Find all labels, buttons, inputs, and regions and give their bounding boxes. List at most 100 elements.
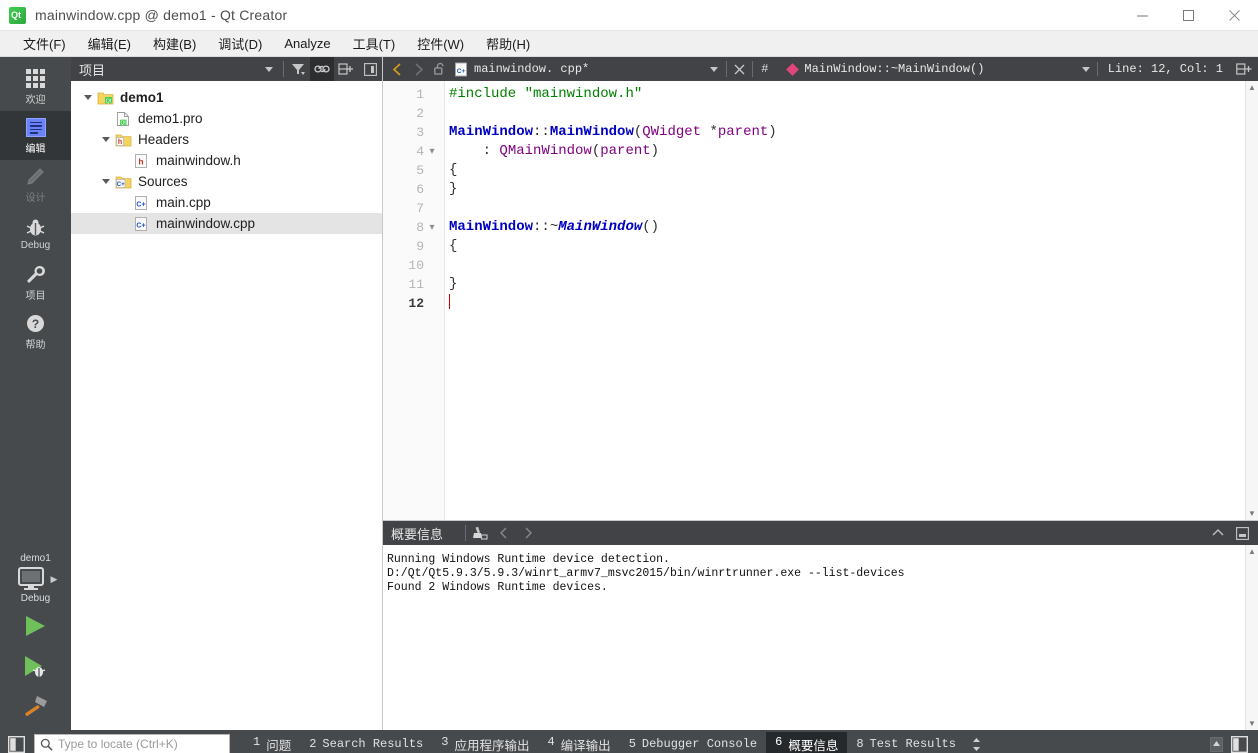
chevron-down-icon[interactable]: [97, 135, 115, 144]
tree-item-main-cpp[interactable]: C+ main.cpp: [71, 192, 382, 213]
output-tab-test-results[interactable]: 8 Test Results: [847, 734, 965, 753]
svg-text:C+: C+: [457, 67, 466, 74]
chevron-right-icon[interactable]: [516, 521, 540, 545]
locator-input[interactable]: Type to locate (Ctrl+K): [58, 737, 178, 751]
menu-item-help[interactable]: 帮助(H): [475, 31, 541, 56]
code-line[interactable]: }: [449, 180, 1258, 199]
hash-marker-button[interactable]: #: [755, 62, 774, 76]
chevron-down-icon[interactable]: [1076, 57, 1097, 81]
tree-item-mainwindow-cpp[interactable]: C+ mainwindow.cpp: [71, 213, 382, 234]
chevron-right-icon[interactable]: [408, 57, 429, 81]
code-token: MainWindow: [558, 219, 643, 235]
line-number: 4: [416, 144, 424, 159]
output-tab-application-output[interactable]: 3 应用程序输出: [432, 732, 538, 753]
h-file-icon: h: [133, 153, 151, 169]
code-token: ::~: [533, 219, 559, 235]
scroll-up-arrow-icon[interactable]: ▲: [1246, 81, 1258, 94]
fold-chevron-down-icon[interactable]: ▾: [424, 222, 440, 234]
code-line[interactable]: [449, 294, 1258, 313]
tree-item-demo1[interactable]: Qt demo1: [71, 87, 382, 108]
kit-selector[interactable]: demo1 ▶ Debug: [0, 549, 71, 606]
mode-edit[interactable]: 编辑: [0, 111, 71, 160]
mode-debug[interactable]: Debug: [0, 209, 71, 258]
mode-help[interactable]: ? 帮助: [0, 307, 71, 356]
scroll-down-arrow-icon[interactable]: ▼: [1246, 507, 1258, 520]
output-tab-compile-output[interactable]: 4 编译输出: [538, 732, 619, 753]
tab-number: 6: [775, 734, 783, 749]
close-icon[interactable]: [1212, 0, 1258, 31]
sidebar-toggle-icon[interactable]: [6, 734, 27, 753]
output-pane-header: 概要信息: [383, 521, 1258, 545]
close-icon[interactable]: [729, 57, 750, 81]
mode-welcome[interactable]: 欢迎: [0, 62, 71, 111]
view-dropdown[interactable]: [257, 57, 281, 81]
code-line[interactable]: [449, 199, 1258, 218]
symbol-selector[interactable]: MainWindow::~MainWindow(): [786, 62, 984, 76]
tree-item-demo1-pro[interactable]: Qt demo1.pro: [71, 108, 382, 129]
menu-item-window[interactable]: 控件(W): [406, 31, 475, 56]
output-tab-issues[interactable]: 1 问题: [244, 732, 300, 753]
filter-icon[interactable]: [286, 57, 310, 81]
output-tab-debugger-console[interactable]: 5 Debugger Console: [620, 734, 766, 753]
menu-item-tools[interactable]: 工具(T): [342, 31, 407, 56]
code-line[interactable]: {: [449, 237, 1258, 256]
scroll-down-arrow-icon[interactable]: ▼: [1246, 717, 1258, 730]
code-line[interactable]: [449, 256, 1258, 275]
split-editor-icon[interactable]: [1233, 57, 1254, 81]
debug-button[interactable]: [0, 646, 71, 686]
code-line[interactable]: MainWindow::~MainWindow(): [449, 218, 1258, 237]
chevron-down-icon[interactable]: [703, 57, 724, 81]
close-pane-icon[interactable]: [358, 57, 382, 81]
chevron-up-icon[interactable]: [1206, 521, 1230, 545]
code-line[interactable]: : QMainWindow(parent): [449, 142, 1258, 161]
code-line[interactable]: #include "mainwindow.h": [449, 85, 1258, 104]
gutter-line: 7: [383, 199, 444, 218]
run-button[interactable]: [0, 606, 71, 646]
build-button[interactable]: [0, 686, 71, 726]
fold-chevron-down-icon[interactable]: ▾: [424, 146, 440, 158]
menu-item-edit[interactable]: 编辑(E): [77, 31, 142, 56]
chevron-down-icon[interactable]: [97, 177, 115, 186]
output-tab-search-results[interactable]: 2 Search Results: [300, 734, 432, 753]
chevron-left-icon[interactable]: [387, 57, 408, 81]
mode-projects[interactable]: 项目: [0, 258, 71, 307]
tree-item-headers[interactable]: h Headers: [71, 129, 382, 150]
open-file-indicator[interactable]: C+ mainwindow. cpp*: [454, 62, 589, 77]
locator-input-wrapper[interactable]: Type to locate (Ctrl+K): [34, 734, 230, 753]
tab-label: 应用程序输出: [454, 738, 530, 753]
tree-item-label: mainwindow.h: [156, 153, 241, 168]
menu-item-build[interactable]: 构建(B): [142, 31, 207, 56]
minimize-icon[interactable]: [1120, 0, 1166, 31]
maximize-pane-icon[interactable]: [1230, 521, 1254, 545]
up-down-arrows-icon[interactable]: [965, 734, 991, 753]
code-editor[interactable]: 1 2 3 4 ▾ 5 6 7 8 ▾ 9 10 11 12 #include "mainwindow.h…: [383, 81, 1258, 520]
code-line[interactable]: {: [449, 161, 1258, 180]
output-text-area[interactable]: Running Windows Runtime device detection…: [383, 545, 1258, 730]
output-line: Running Windows Runtime device detection…: [387, 553, 670, 566]
menu-item-debug[interactable]: 调试(D): [207, 31, 273, 56]
tree-item-sources[interactable]: C+ Sources: [71, 171, 382, 192]
menu-item-file[interactable]: 文件(F): [12, 31, 77, 56]
unlocked-padlock-icon[interactable]: [429, 57, 450, 81]
right-sidebar-toggle-icon[interactable]: [1231, 735, 1248, 753]
collapse-all-icon[interactable]: [334, 57, 358, 81]
code-line[interactable]: }: [449, 275, 1258, 294]
editor-vertical-scrollbar[interactable]: ▲ ▼: [1245, 81, 1258, 520]
line-col-indicator[interactable]: Line: 12, Col: 1: [1096, 62, 1233, 76]
chevron-left-icon[interactable]: [492, 521, 516, 545]
tree-item-mainwindow-h[interactable]: h mainwindow.h: [71, 150, 382, 171]
maximize-icon[interactable]: [1166, 0, 1212, 31]
broom-clear-icon[interactable]: [468, 521, 492, 545]
scroll-up-small-icon[interactable]: [1210, 736, 1223, 752]
output-vertical-scrollbar[interactable]: ▲ ▼: [1245, 545, 1258, 730]
output-tab-general-messages[interactable]: 6 概要信息: [766, 731, 848, 753]
menu-item-analyze[interactable]: Analyze: [273, 33, 341, 54]
scroll-up-arrow-icon[interactable]: ▲: [1246, 545, 1258, 558]
chevron-down-icon[interactable]: [79, 93, 97, 102]
link-icon[interactable]: [310, 57, 334, 81]
code-text[interactable]: #include "mainwindow.h"MainWindow::MainW…: [445, 81, 1258, 520]
code-line[interactable]: MainWindow::MainWindow(QWidget *parent): [449, 123, 1258, 142]
qt-logo-icon: [9, 6, 26, 24]
code-line[interactable]: [449, 104, 1258, 123]
project-tree[interactable]: Qt demo1 Qt demo1.pro h Headers h mainwi…: [71, 81, 382, 730]
